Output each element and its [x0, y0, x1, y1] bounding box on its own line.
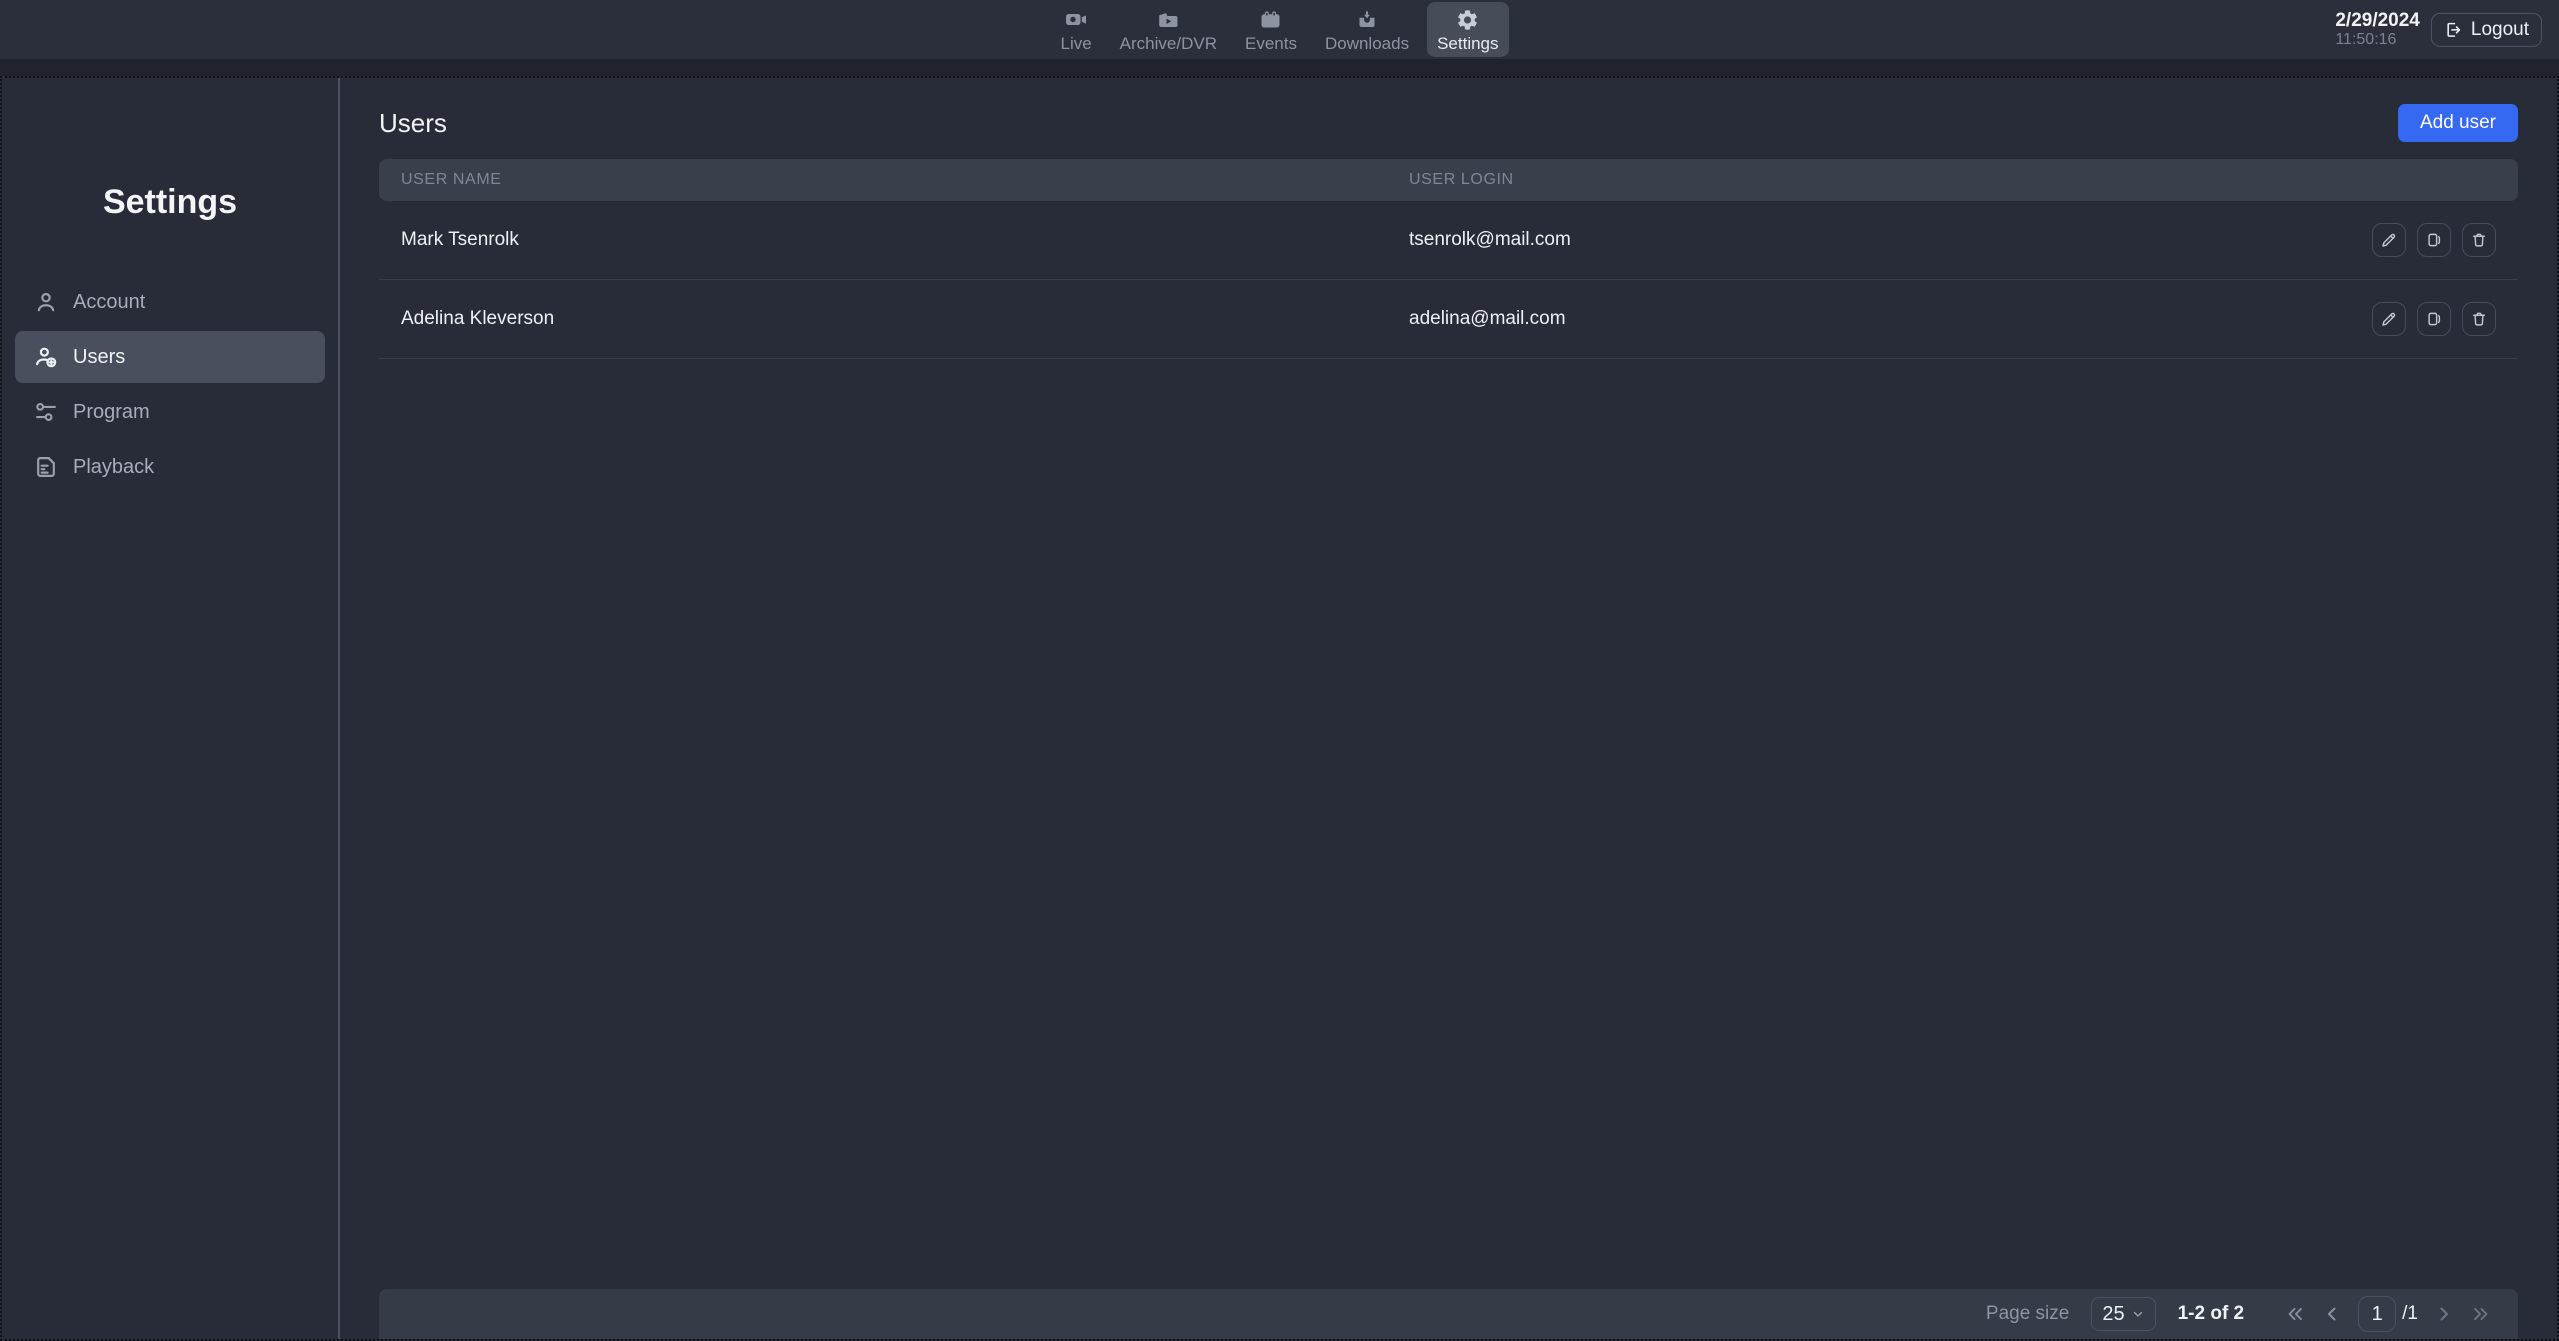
- sidebar-item-label: Users: [73, 346, 125, 369]
- delete-user-button[interactable]: [2462, 302, 2496, 336]
- person-icon: [33, 289, 59, 315]
- edit-user-button[interactable]: [2372, 302, 2406, 336]
- user-name-cell: Adelina Kleverson: [379, 308, 1387, 330]
- chevrons-right-icon: [2470, 1304, 2492, 1324]
- logout-label: Logout: [2471, 18, 2529, 40]
- page-title: Users: [379, 108, 447, 139]
- current-time: 11:50:16: [2335, 31, 2420, 49]
- tab-downloads[interactable]: Downloads: [1315, 2, 1419, 57]
- tab-label: Live: [1060, 35, 1091, 52]
- tab-label: Settings: [1437, 35, 1498, 52]
- sidebar-item-label: Account: [73, 291, 145, 314]
- chevrons-left-icon: [2284, 1304, 2306, 1324]
- user-login-cell: adelina@mail.com: [1387, 308, 2358, 330]
- tab-archive-dvr[interactable]: Archive/DVR: [1110, 2, 1227, 57]
- delete-user-button[interactable]: [2462, 223, 2496, 257]
- logout-button[interactable]: Logout: [2431, 12, 2542, 46]
- datetime: 2/29/2024 11:50:16: [2335, 9, 2420, 49]
- pagination-bar: Page size 25 1-2 of 2: [379, 1289, 2518, 1339]
- top-navigation-bar: Live Archive/DVR Events: [0, 0, 2559, 59]
- row-actions: [2358, 302, 2518, 336]
- gear-icon: [1455, 8, 1480, 32]
- tab-events[interactable]: Events: [1235, 2, 1307, 57]
- pagination-range: 1-2 of 2: [2178, 1303, 2245, 1325]
- app-body: Settings Account: [0, 76, 2559, 1341]
- settings-sidebar: Settings Account: [2, 78, 340, 1339]
- copy-icon: [2425, 310, 2443, 328]
- chevron-left-icon: [2322, 1304, 2342, 1324]
- sidebar-item-users[interactable]: Users: [15, 331, 325, 383]
- column-header-user-login: USER LOGIN: [1387, 171, 2358, 189]
- topbar-right: 2/29/2024 11:50:16 Logout: [2335, 9, 2542, 49]
- next-page-button[interactable]: [2434, 1304, 2454, 1324]
- video-camera-icon: [1063, 8, 1089, 32]
- calendar-icon: [1258, 8, 1283, 32]
- table-row: Adelina Kleverson adelina@mail.com: [379, 280, 2518, 359]
- sidebar-item-account[interactable]: Account: [15, 276, 325, 328]
- copy-user-button[interactable]: [2417, 223, 2451, 257]
- chevron-right-icon: [2434, 1304, 2454, 1324]
- column-header-user-name: USER NAME: [379, 171, 1387, 189]
- tab-label: Events: [1245, 35, 1297, 52]
- current-page-input[interactable]: 1: [2358, 1296, 2396, 1332]
- add-user-button[interactable]: Add user: [2398, 104, 2518, 142]
- previous-page-button[interactable]: [2322, 1304, 2342, 1324]
- page-header: Users Add user: [379, 104, 2518, 142]
- page-size-value: 25: [2102, 1303, 2124, 1326]
- tab-settings[interactable]: Settings: [1427, 2, 1508, 57]
- topbar-shadow-strip: [0, 59, 2559, 76]
- pencil-icon: [2380, 310, 2398, 328]
- copy-icon: [2425, 231, 2443, 249]
- logout-icon: [2444, 19, 2464, 39]
- first-page-button[interactable]: [2284, 1304, 2306, 1324]
- row-actions: [2358, 223, 2518, 257]
- users-page: Users Add user USER NAME USER LOGIN Mark…: [340, 78, 2557, 1339]
- folder-play-icon: [1155, 8, 1181, 32]
- sliders-icon: [33, 399, 59, 425]
- copy-user-button[interactable]: [2417, 302, 2451, 336]
- person-add-icon: [33, 344, 59, 370]
- document-icon: [33, 454, 59, 480]
- pager-controls: 1 /1: [2284, 1296, 2492, 1332]
- trash-icon: [2470, 310, 2488, 328]
- table-row: Mark Tsenrolk tsenrolk@mail.com: [379, 201, 2518, 280]
- pencil-icon: [2380, 231, 2398, 249]
- chevron-down-icon: [2131, 1307, 2145, 1321]
- page-size-select[interactable]: 25: [2091, 1297, 2155, 1331]
- sidebar-title: Settings: [2, 180, 338, 224]
- total-pages: /1: [2402, 1303, 2418, 1325]
- trash-icon: [2470, 231, 2488, 249]
- nav-tabs: Live Archive/DVR Events: [1050, 0, 1508, 59]
- sidebar-item-label: Playback: [73, 456, 154, 479]
- sidebar-item-playback[interactable]: Playback: [15, 441, 325, 493]
- sidebar-menu: Account Users: [2, 276, 338, 493]
- tab-label: Archive/DVR: [1120, 35, 1217, 52]
- edit-user-button[interactable]: [2372, 223, 2406, 257]
- user-name-cell: Mark Tsenrolk: [379, 229, 1387, 251]
- page-size-label: Page size: [1986, 1303, 2069, 1325]
- last-page-button[interactable]: [2470, 1304, 2492, 1324]
- tab-live[interactable]: Live: [1050, 2, 1101, 57]
- sidebar-item-program[interactable]: Program: [15, 386, 325, 438]
- sidebar-item-label: Program: [73, 401, 150, 424]
- download-box-icon: [1355, 8, 1379, 32]
- tab-label: Downloads: [1325, 35, 1409, 52]
- user-login-cell: tsenrolk@mail.com: [1387, 229, 2358, 251]
- users-table-header: USER NAME USER LOGIN: [379, 159, 2518, 201]
- current-date: 2/29/2024: [2335, 9, 2420, 31]
